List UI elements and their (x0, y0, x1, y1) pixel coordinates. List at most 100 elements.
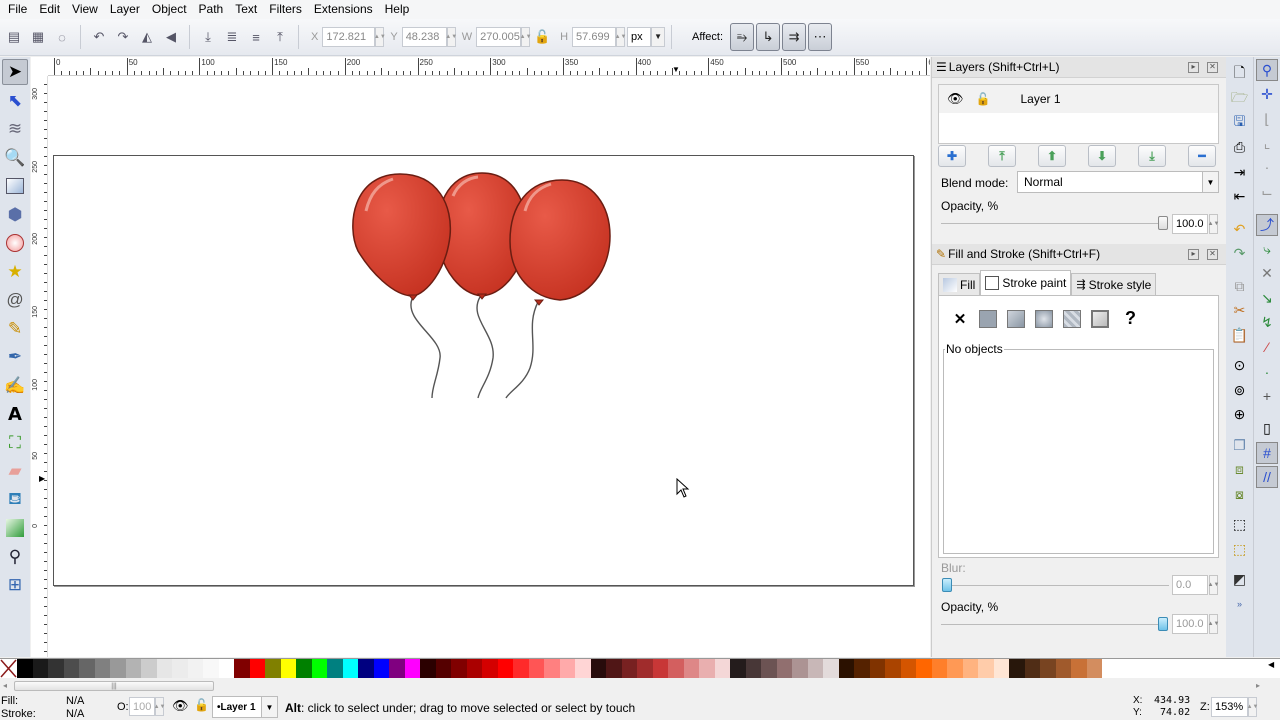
more-commands-icon[interactable]: » (1229, 593, 1251, 615)
layer-opacity-spinner[interactable]: ▲▼ (1208, 214, 1219, 234)
palette-swatch[interactable] (327, 659, 343, 678)
menu-help[interactable]: Help (379, 0, 416, 19)
object-opacity-input[interactable]: 100.0 (1172, 614, 1208, 634)
group-icon[interactable]: ⬚ (1229, 514, 1251, 536)
object-opacity-spinner[interactable]: ▲▼ (1208, 614, 1219, 634)
raise-to-top-button[interactable]: ⤒ (988, 145, 1016, 167)
palette-swatch[interactable] (544, 659, 560, 678)
object-opacity-slider-knob[interactable] (1158, 617, 1168, 631)
palette-swatch[interactable] (435, 659, 451, 678)
lock-proportions-icon[interactable]: 🔓 (531, 26, 553, 48)
flip-horizontal-icon[interactable]: ◭ (136, 26, 158, 48)
layer-visibility-eye-icon[interactable]: 👁 (172, 698, 189, 714)
snap-guides-icon[interactable]: // (1256, 466, 1278, 488)
palette-swatch[interactable] (497, 659, 513, 678)
palette-swatch[interactable] (1040, 659, 1056, 678)
redo-icon[interactable]: ↷ (1229, 243, 1251, 265)
palette-swatch[interactable] (683, 659, 699, 678)
rotate-cw-icon[interactable]: ↷ (112, 26, 134, 48)
print-icon[interactable]: ⎙ (1229, 137, 1251, 159)
transform-patterns-icon[interactable]: ⋯ (808, 23, 833, 51)
palette-swatch[interactable] (993, 659, 1009, 678)
snap-intersections-icon[interactable]: ✕ (1256, 263, 1278, 285)
layer-opacity-input[interactable]: 100.0 (1172, 214, 1208, 234)
layer-lock-icon[interactable]: 🔓 (194, 698, 209, 712)
save-icon[interactable]: 🖫 (1229, 112, 1251, 134)
blend-mode-select[interactable]: Normal ▼ (1017, 171, 1219, 193)
palette-swatch[interactable] (590, 659, 606, 678)
snap-object-centers-icon[interactable]: ⁄ (1256, 336, 1278, 358)
tab-stroke-style[interactable]: ⇶ Stroke style (1071, 273, 1157, 295)
palette-swatch[interactable] (358, 659, 374, 678)
paint-bucket-tool-icon[interactable]: ⛾ (2, 487, 28, 513)
palette-swatch[interactable] (125, 659, 141, 678)
menu-object[interactable]: Object (146, 0, 193, 19)
canvas[interactable] (48, 76, 930, 657)
visibility-eye-icon[interactable]: 👁 (947, 91, 964, 107)
menu-file[interactable]: File (2, 0, 33, 19)
palette-swatch[interactable] (962, 659, 978, 678)
blur-spinner[interactable]: ▲▼ (1208, 575, 1219, 595)
lower-layer-button[interactable]: ⬇ (1088, 145, 1116, 167)
palette-swatch[interactable] (141, 659, 157, 678)
palette-swatch[interactable] (17, 659, 33, 678)
palette-swatch[interactable] (900, 659, 916, 678)
palette-swatch[interactable] (575, 659, 591, 678)
no-color-swatch[interactable] (0, 659, 17, 678)
unlink-clone-icon[interactable]: ⧇ (1229, 483, 1251, 505)
palette-swatch[interactable] (203, 659, 219, 678)
eraser-tool-icon[interactable]: ▰ (2, 458, 28, 484)
palette-swatch[interactable] (823, 659, 839, 678)
lower-to-bottom-button[interactable]: ⤓ (1138, 145, 1166, 167)
horizontal-scrollbar[interactable]: ◂ ||| ▸ (0, 679, 1280, 694)
vertical-ruler[interactable]: 300 250 200 150 100 50 0 ▶ (31, 76, 48, 657)
flip-vertical-icon[interactable]: ◀ (160, 26, 182, 48)
palette-swatch[interactable] (714, 659, 730, 678)
y-spinner[interactable]: ▲▼ (445, 27, 457, 47)
panel-iconify-icon[interactable]: ▸ (1188, 248, 1199, 260)
palette-swatch[interactable] (621, 659, 637, 678)
tab-fill[interactable]: Fill (938, 273, 981, 295)
palette-swatch[interactable] (745, 659, 761, 678)
calligraphy-tool-icon[interactable]: ✍ (2, 373, 28, 399)
layer-name[interactable]: Layer 1 (1020, 92, 1060, 106)
palette-swatch[interactable] (1055, 659, 1071, 678)
layer-row[interactable]: 👁 🔓 Layer 1 (939, 85, 1218, 113)
pattern-icon[interactable] (1063, 309, 1081, 328)
zoom-spinner[interactable]: ▲▼ (1247, 697, 1258, 717)
scroll-left-arrow-icon[interactable]: ◂ (3, 681, 7, 690)
palette-swatch[interactable] (110, 659, 126, 678)
horizontal-ruler[interactable]: 0 50 100 150 200 250 300 350 400 450 500 550 60 ▼ (48, 57, 930, 76)
transform-gradients-icon[interactable]: ⇉ (782, 23, 807, 51)
palette-swatch[interactable] (668, 659, 684, 678)
select-all-in-all-layers-icon[interactable]: ▦ (27, 26, 49, 48)
palette-swatch[interactable] (218, 659, 234, 678)
layer-lock-icon[interactable]: 🔓 (976, 92, 991, 106)
snap-paths-icon[interactable]: ⤷ (1256, 238, 1278, 260)
ellipse-tool-icon[interactable] (2, 230, 28, 256)
dropper-tool-icon[interactable]: ⚲ (2, 544, 28, 570)
cut-icon[interactable]: ✂ (1229, 300, 1251, 322)
menu-view[interactable]: View (66, 0, 104, 19)
palette-swatch[interactable] (187, 659, 203, 678)
paste-icon[interactable]: 📋 (1229, 324, 1251, 346)
select-tool-icon[interactable]: ➤ (2, 59, 28, 85)
palette-swatch[interactable] (466, 659, 482, 678)
snap-midpoints-icon[interactable]: ↯ (1256, 312, 1278, 334)
menu-layer[interactable]: Layer (104, 0, 146, 19)
palette-swatch[interactable] (854, 659, 870, 678)
palette-swatch[interactable] (32, 659, 48, 678)
menu-edit[interactable]: Edit (33, 0, 66, 19)
snap-bbox-midpoint-icon[interactable]: ⋅ (1256, 157, 1278, 179)
palette-swatch[interactable] (156, 659, 172, 678)
h-spinner[interactable]: ▲▼ (615, 27, 626, 47)
palette-scroll-left-icon[interactable]: ◀ (1268, 660, 1274, 669)
palette-swatch[interactable] (234, 659, 250, 678)
snap-bbox-corner-icon[interactable]: ⌞ (1256, 133, 1278, 155)
scale-stroke-width-icon[interactable]: ⥱ (730, 23, 755, 51)
layer-opacity-slider-knob[interactable] (1158, 216, 1168, 230)
fill-stroke-dialog-icon[interactable]: ◩ (1229, 569, 1251, 591)
palette-swatch[interactable] (559, 659, 575, 678)
palette-swatch[interactable] (1086, 659, 1102, 678)
ungroup-icon[interactable]: ⬚ (1229, 538, 1251, 560)
